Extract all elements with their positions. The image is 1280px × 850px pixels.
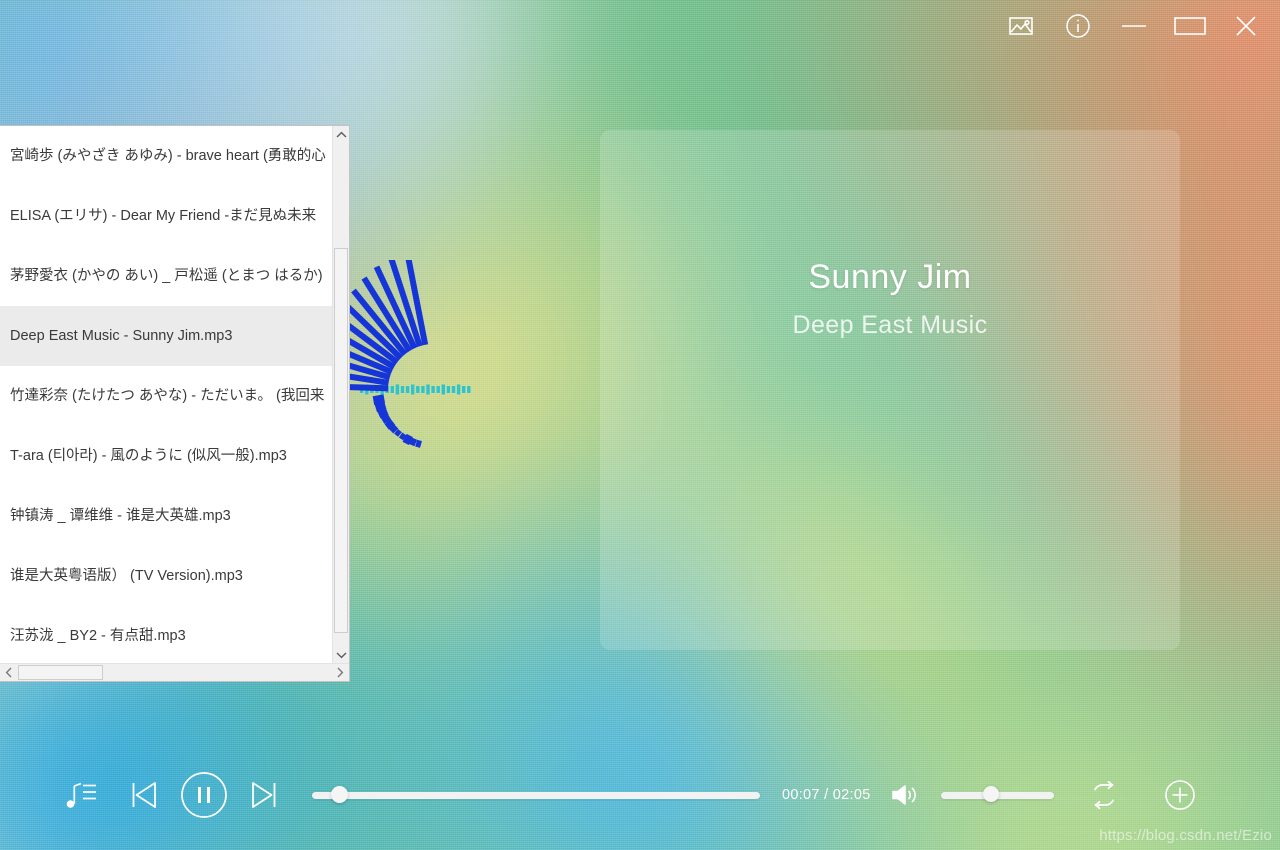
next-track-button[interactable] xyxy=(242,773,286,817)
volume-icon[interactable] xyxy=(887,777,923,813)
playlist-item[interactable]: ELISA (エリサ) - Dear My Friend -まだ見ぬ未来 xyxy=(0,186,332,246)
playlist-item[interactable]: T-ara (티아라) - 風のように (似风一般).mp3 xyxy=(0,426,332,486)
time-display: 00:07 / 02:05 xyxy=(782,787,871,803)
previous-track-button[interactable] xyxy=(122,773,166,817)
playlist-item[interactable]: Deep East Music - Sunny Jim.mp3 xyxy=(0,306,332,366)
window-controls xyxy=(994,0,1280,52)
maximize-icon[interactable] xyxy=(1162,3,1218,49)
album-art-panel: Sunny Jim Deep East Music xyxy=(600,130,1180,650)
close-icon[interactable] xyxy=(1218,3,1274,49)
track-title: Sunny Jim xyxy=(808,258,972,296)
playlist-toggle-button[interactable] xyxy=(60,773,104,817)
playlist-items[interactable]: 宮崎歩 (みやざき あゆみ) - brave heart (勇敢的心 ELISA … xyxy=(0,126,332,663)
scroll-left-icon[interactable] xyxy=(0,667,18,678)
seek-thumb[interactable] xyxy=(330,785,348,803)
horizontal-scroll-track[interactable] xyxy=(18,664,331,681)
volume-thumb[interactable] xyxy=(983,785,1000,802)
play-pause-button[interactable] xyxy=(178,769,230,821)
repeat-icon[interactable] xyxy=(1082,773,1126,817)
seek-rail xyxy=(312,791,760,799)
playlist-item[interactable]: 竹達彩奈 (たけたつ あやな) - ただいま。 (我回来 xyxy=(0,366,332,426)
info-icon[interactable] xyxy=(1050,3,1106,49)
playlist-item[interactable]: 钟镇涛 _ 谭维维 - 谁是大英雄.mp3 xyxy=(0,486,332,546)
horizontal-scroll-thumb[interactable] xyxy=(18,665,103,680)
music-player-window: Sunny Jim Deep East Music 宮崎歩 (みやざき あゆみ)… xyxy=(0,0,1280,850)
track-artist: Deep East Music xyxy=(792,311,988,339)
playlist-vertical-scrollbar[interactable] xyxy=(332,126,349,663)
playlist-item[interactable]: 茅野愛衣 (かやの あい) _ 戸松遥 (とまつ はるか) xyxy=(0,246,332,306)
scroll-down-icon[interactable] xyxy=(333,646,349,663)
minimize-icon[interactable] xyxy=(1106,3,1162,49)
volume-slider[interactable] xyxy=(940,785,1054,802)
vertical-scroll-track[interactable] xyxy=(333,143,349,646)
add-icon[interactable] xyxy=(1158,773,1202,817)
playlist-item[interactable]: 汪苏泷 _ BY2 - 有点甜.mp3 xyxy=(0,606,332,663)
playlist-horizontal-scrollbar[interactable] xyxy=(0,663,349,681)
playlist-body: 宮崎歩 (みやざき あゆみ) - brave heart (勇敢的心 ELISA … xyxy=(0,126,349,663)
scroll-right-icon[interactable] xyxy=(331,667,349,678)
player-controls: 00:07 / 02:05 xyxy=(0,750,1280,850)
image-icon[interactable] xyxy=(994,3,1050,49)
playlist-item[interactable]: 谁是大英粤语版） (TV Version).mp3 xyxy=(0,546,332,606)
scroll-up-icon[interactable] xyxy=(333,126,349,143)
vertical-scroll-thumb[interactable] xyxy=(334,248,348,633)
seek-slider[interactable] xyxy=(312,785,760,803)
playlist-window: 宮崎歩 (みやざき あゆみ) - brave heart (勇敢的心 ELISA … xyxy=(0,125,350,682)
playlist-item[interactable]: 宮崎歩 (みやざき あゆみ) - brave heart (勇敢的心 xyxy=(0,126,332,186)
